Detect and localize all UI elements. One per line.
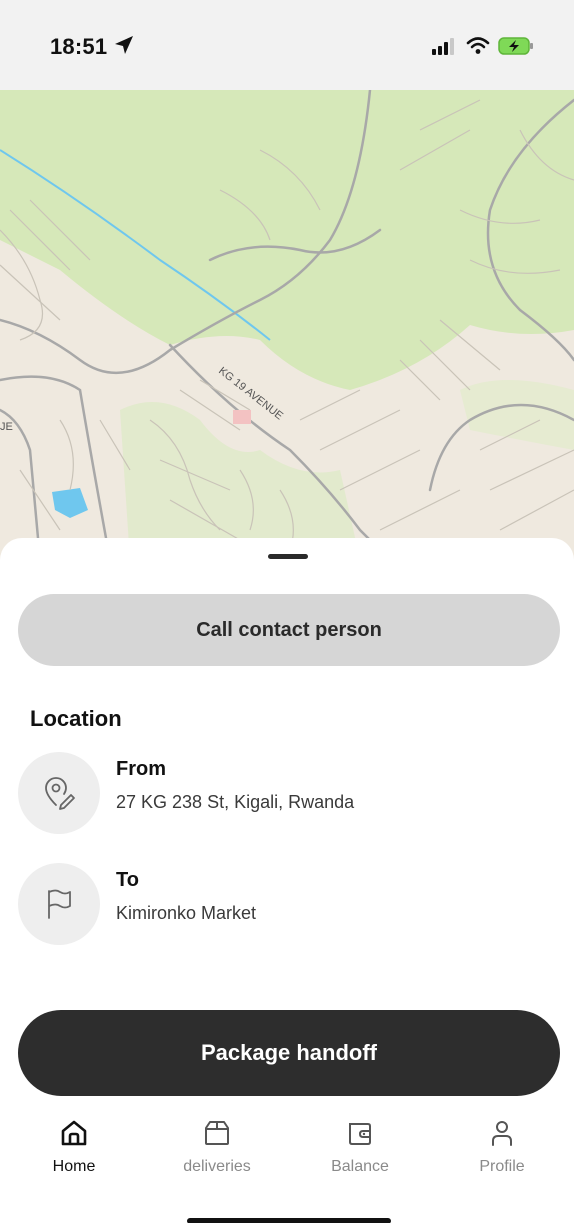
package-handoff-button[interactable]: Package handoff: [18, 1010, 560, 1096]
location-from-value: 27 KG 238 St, Kigali, Rwanda: [116, 792, 355, 812]
wifi-icon: [466, 37, 490, 54]
location-from-row: From 27 KG 238 St, Kigali, Rwanda: [18, 752, 558, 834]
tab-balance[interactable]: Balance: [305, 1108, 415, 1188]
tab-balance-label: Balance: [331, 1158, 389, 1175]
battery-charging-icon: [498, 37, 533, 55]
user-icon: [492, 1121, 512, 1146]
tab-profile-label: Profile: [479, 1158, 525, 1175]
sheet-drag-handle[interactable]: [268, 554, 308, 559]
location-section-title: Location: [30, 706, 122, 731]
location-to-label: To: [116, 869, 139, 891]
tab-deliveries-label: deliveries: [183, 1158, 251, 1175]
tab-bar: Home deliveries Balance Profile: [0, 1108, 574, 1223]
status-time: 18:51: [50, 34, 108, 59]
location-to-value: Kimironko Market: [116, 903, 257, 923]
location-to-row: To Kimironko Market: [18, 863, 558, 945]
tab-deliveries[interactable]: deliveries: [162, 1108, 272, 1188]
location-from-label: From: [116, 758, 166, 780]
map-view[interactable]: KG 19 AVENUE JE: [0, 90, 574, 560]
cellular-signal-icon: [432, 38, 454, 55]
home-indicator: [187, 1218, 391, 1223]
package-icon: [205, 1121, 229, 1145]
map-pin-edit-icon: [45, 777, 75, 810]
wallet-icon: [349, 1123, 371, 1145]
location-arrow-icon: [115, 36, 133, 54]
call-contact-button[interactable]: Call contact person: [18, 594, 560, 666]
home-icon: [61, 1120, 87, 1146]
flag-icon: [48, 889, 71, 919]
tab-profile[interactable]: Profile: [447, 1108, 557, 1188]
tab-home[interactable]: Home: [19, 1108, 129, 1188]
location-from-icon-container: [18, 752, 100, 834]
tab-home-label: Home: [52, 1158, 96, 1175]
location-to-icon-container: [18, 863, 100, 945]
map-canvas[interactable]: KG 19 AVENUE JE: [0, 90, 574, 560]
status-bar: 18:51: [0, 0, 574, 90]
status-icons: [432, 34, 534, 58]
map-street-label-je: JE: [0, 421, 13, 433]
